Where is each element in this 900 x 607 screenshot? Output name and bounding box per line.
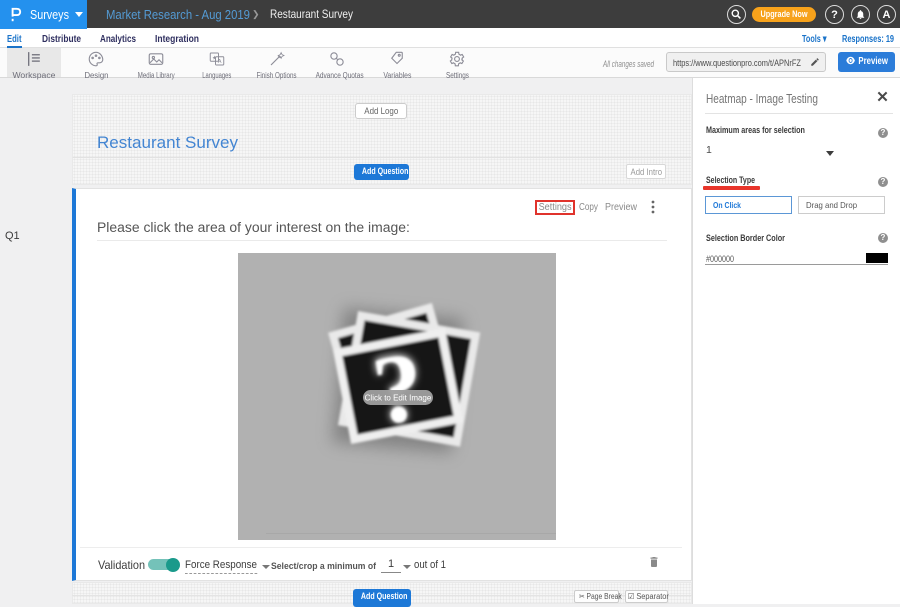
svg-text:Click to Edit Image: Click to Edit Image [365,394,432,403]
svg-text:A: A [218,59,222,65]
svg-text:★: ★ [212,55,217,61]
